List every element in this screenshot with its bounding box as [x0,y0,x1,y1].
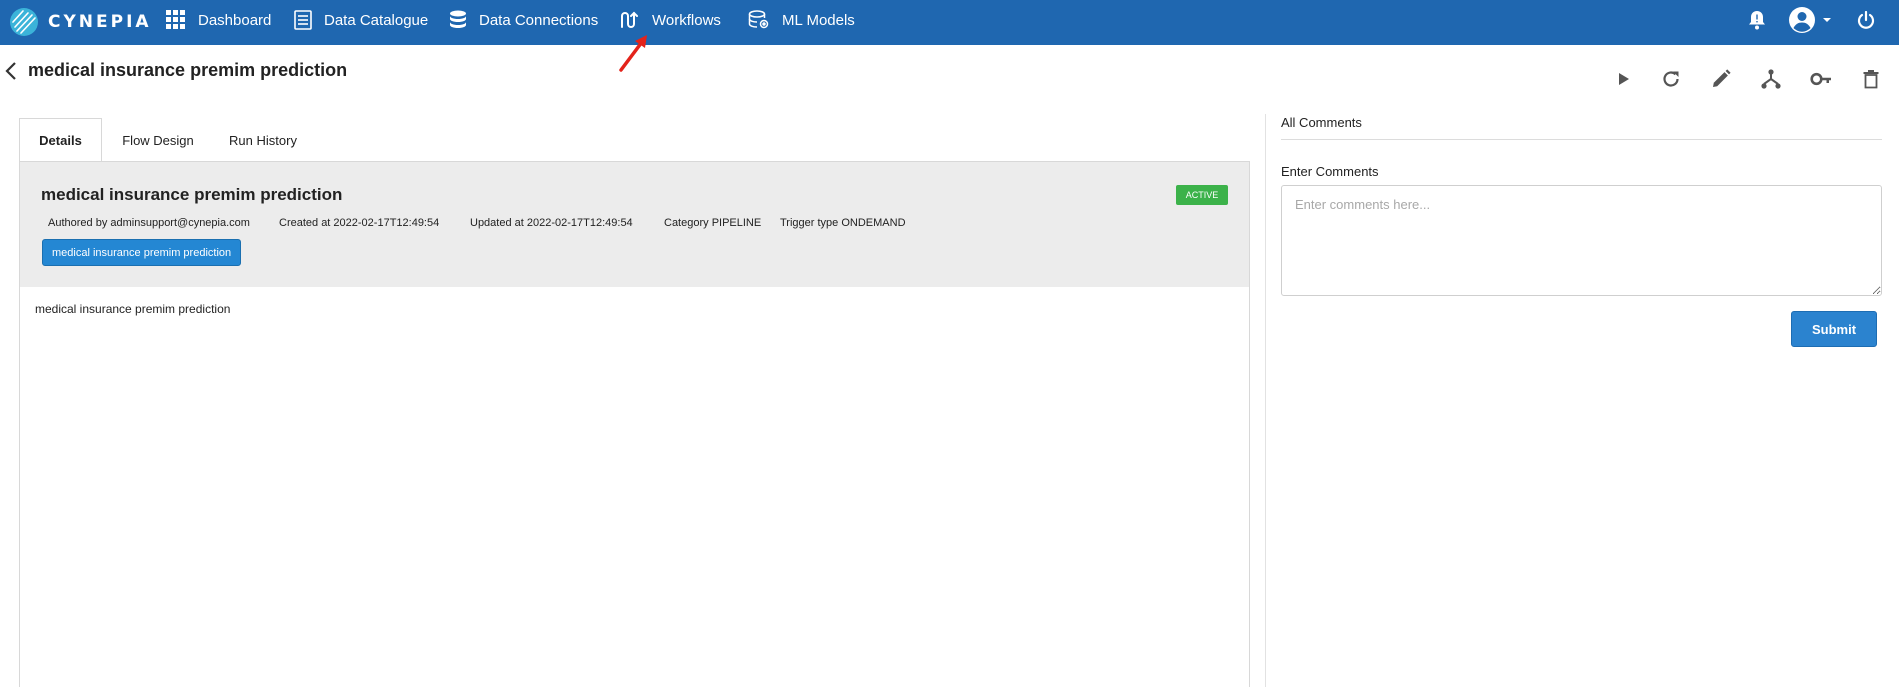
category: Category PIPELINE [664,217,762,229]
authored-by: Authored by adminsupport@cynepia.com [48,217,250,229]
annotation-arrow-icon [619,35,647,72]
tab-flow-design[interactable]: Flow Design [111,118,205,162]
tab-details[interactable]: Details [19,118,102,162]
trigger-type: Trigger type ONDEMAND [780,217,906,229]
nav-dashboard-label: Dashboard [198,11,272,29]
workflow-summary: medical insurance premim prediction ACTI… [20,162,1249,287]
notifications-button[interactable] [1748,0,1766,40]
enter-comments-label: Enter Comments [1281,164,1379,179]
workflow-description: medical insurance premim prediction [35,302,231,316]
play-icon[interactable] [1612,68,1634,90]
nav-data-catalogue[interactable]: Data Catalogue [294,0,428,40]
details-panel: medical insurance premim prediction ACTI… [19,161,1250,687]
updated-at: Updated at 2022-02-17T12:49:54 [470,217,633,229]
refresh-icon[interactable] [1660,68,1682,90]
comment-input[interactable] [1281,185,1882,296]
key-icon[interactable] [1810,68,1832,90]
nav-data-connections[interactable]: Data Connections [449,0,598,40]
account-icon [1789,7,1815,33]
back-arrow-icon[interactable] [4,60,18,82]
account-menu[interactable] [1788,0,1832,40]
top-navbar: CYNEPIA Dashboard Data Catalogue Data Co… [0,0,1899,45]
workflow-name: medical insurance premim prediction [41,185,343,204]
nav-data-connections-label: Data Connections [479,11,599,29]
brand[interactable]: CYNEPIA [9,4,152,40]
workflow-icon [621,11,638,28]
panel-divider [1265,114,1266,687]
brand-name: CYNEPIA [48,12,152,32]
edit-icon[interactable] [1710,68,1732,90]
all-comments-heading: All Comments [1281,115,1362,130]
chevron-down-icon [1823,18,1831,22]
nav-dashboard[interactable]: Dashboard [166,0,271,40]
logout-button[interactable] [1857,0,1875,40]
ml-models-icon [748,10,769,29]
tab-run-history[interactable]: Run History [216,118,310,162]
created-at: Created at 2022-02-17T12:49:54 [279,217,440,229]
cynepia-logo-icon [10,8,38,36]
nav-workflows-label: Workflows [652,11,721,29]
nav-data-catalogue-label: Data Catalogue [324,11,429,29]
page-title: medical insurance premim prediction [28,60,348,80]
nav-ml-models[interactable]: ML Models [748,0,855,40]
trash-icon[interactable] [1860,68,1882,90]
nav-ml-models-label: ML Models [782,11,855,29]
status-badge: ACTIVE [1176,185,1228,205]
bell-icon [1749,11,1765,30]
database-icon [450,10,466,28]
submit-button[interactable]: Submit [1791,311,1877,347]
tag-chip[interactable]: medical insurance premim prediction [42,239,242,266]
comments-divider [1281,139,1882,140]
fork-icon[interactable] [1760,68,1782,90]
grid-icon [166,10,185,29]
power-icon [1857,11,1875,29]
catalogue-icon [294,10,312,30]
